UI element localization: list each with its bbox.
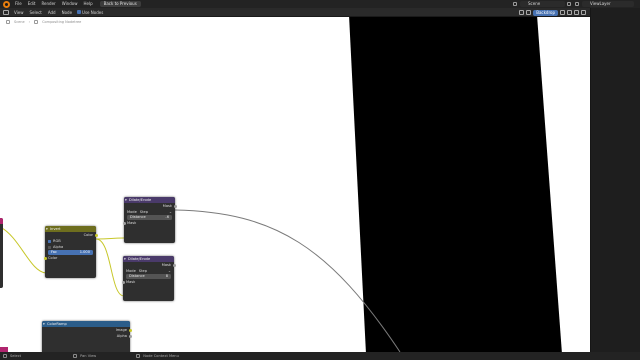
blender-logo-icon[interactable] bbox=[3, 0, 10, 8]
colorramp-output-alpha: Alpha bbox=[42, 333, 132, 339]
colorramp-node[interactable]: ColorRamp Image Alpha bbox=[42, 321, 132, 352]
top-bar: File Edit Render Window Help Back to Pre… bbox=[0, 0, 640, 8]
node-links bbox=[0, 209, 401, 352]
offscreen-node-header[interactable] bbox=[0, 218, 3, 224]
mouse-middle-icon bbox=[73, 354, 78, 358]
invert-input-socket[interactable] bbox=[43, 256, 47, 260]
dilate-erode-node-2[interactable]: Dilate/Erode Mask Mode Step ⌄ Distance 8… bbox=[121, 256, 176, 301]
menu-render[interactable]: Render bbox=[38, 0, 58, 8]
invert-alpha-checkbox[interactable] bbox=[48, 245, 51, 249]
dilate1-input-socket[interactable] bbox=[122, 221, 126, 225]
scene-selector[interactable]: Scene bbox=[520, 1, 565, 7]
scene-icon bbox=[513, 2, 517, 6]
node-canvas[interactable]: Scene › Compositing Nodetree Invert Colo… bbox=[0, 17, 590, 352]
dilate1-input-mask: Mask bbox=[122, 220, 175, 226]
link-invert-to-dilate2 bbox=[95, 238, 125, 297]
invert-alpha-label: Alpha bbox=[53, 245, 64, 249]
colorramp-output-image-label: Image bbox=[115, 328, 127, 332]
channel-b-icon[interactable] bbox=[574, 10, 579, 15]
invert-output-color-label: Color bbox=[83, 233, 93, 237]
dilate2-input-mask: Mask bbox=[121, 279, 174, 285]
dilate1-mode-dropdown-icon[interactable]: ⌄ bbox=[169, 209, 172, 215]
invert-output-socket[interactable] bbox=[94, 233, 98, 237]
menu-file[interactable]: File bbox=[12, 0, 25, 8]
invert-rgb-checkbox[interactable] bbox=[48, 239, 51, 243]
link-dilate1-output bbox=[174, 209, 401, 352]
link-invert-to-dilate1 bbox=[95, 237, 125, 240]
dilate-erode-node-1[interactable]: Dilate/Erode Mask Mode Step ⌄ Distance -… bbox=[122, 197, 177, 243]
offscreen-node-left[interactable] bbox=[0, 218, 3, 288]
dilate2-input-socket[interactable] bbox=[121, 280, 125, 284]
header-menu-node[interactable]: Node bbox=[59, 10, 75, 15]
right-sidebar-panel bbox=[590, 8, 640, 352]
status-bar: Select Pan View Node Context Menu bbox=[0, 352, 640, 360]
editor-type-icon[interactable] bbox=[3, 9, 9, 15]
status-select: Select bbox=[10, 354, 22, 358]
colorramp-output-alpha-label: Alpha bbox=[116, 334, 127, 338]
mouse-right-icon bbox=[136, 354, 141, 358]
scene-copy-icon[interactable] bbox=[567, 2, 571, 6]
dilate1-output-mask: Mask bbox=[124, 203, 177, 209]
dilate1-input-label: Mask bbox=[127, 221, 137, 225]
header-menu-add[interactable]: Add bbox=[45, 10, 59, 15]
overlay-icon[interactable] bbox=[581, 10, 586, 15]
dilate2-output-label: Mask bbox=[161, 263, 171, 267]
main-menu: File Edit Render Window Help bbox=[12, 0, 96, 8]
snap-icon[interactable] bbox=[526, 10, 532, 15]
invert-rgb-label: RGB bbox=[53, 239, 61, 243]
dilate2-input-label: Mask bbox=[126, 280, 136, 284]
dilate2-mode-dropdown-icon[interactable]: ⌄ bbox=[168, 268, 171, 274]
invert-input-color-label: Color bbox=[48, 256, 58, 260]
header-menu-select[interactable]: Select bbox=[27, 10, 45, 15]
pin-icon[interactable] bbox=[519, 10, 525, 15]
dilate2-output-mask: Mask bbox=[123, 262, 176, 268]
header-right-tools: Backdrop bbox=[519, 9, 590, 16]
menu-window[interactable]: Window bbox=[59, 0, 81, 8]
menu-help[interactable]: Help bbox=[80, 0, 95, 8]
channel-r-icon[interactable] bbox=[560, 10, 565, 15]
layer-icon bbox=[575, 2, 579, 6]
dilate2-output-socket[interactable] bbox=[172, 263, 176, 267]
backdrop-button[interactable]: Backdrop bbox=[533, 9, 558, 16]
status-context-menu: Node Context Menu bbox=[143, 354, 179, 358]
invert-node[interactable]: Invert Color RGB Alpha Fac 1.000 Color bbox=[43, 226, 98, 278]
back-to-previous-button[interactable]: Back to Previous bbox=[99, 1, 141, 7]
invert-alpha-row[interactable]: Alpha bbox=[45, 244, 96, 250]
menu-edit[interactable]: Edit bbox=[25, 0, 39, 8]
header-menu-view[interactable]: View bbox=[11, 10, 27, 15]
channel-g-icon[interactable] bbox=[567, 10, 572, 15]
invert-input-color: Color bbox=[43, 255, 96, 261]
status-pan-view: Pan View bbox=[80, 354, 97, 358]
mouse-left-icon bbox=[3, 354, 7, 358]
node-editor-header: View Select Add Node Use Nodes Backdrop bbox=[0, 8, 590, 17]
link-to-invert bbox=[0, 226, 47, 274]
colorramp-alpha-socket[interactable] bbox=[128, 334, 132, 338]
dilate1-output-socket[interactable] bbox=[173, 204, 177, 208]
view-layer-selector[interactable]: ViewLayer bbox=[582, 1, 634, 7]
use-nodes-checkbox[interactable] bbox=[77, 10, 82, 14]
use-nodes-label: Use Nodes bbox=[82, 9, 104, 15]
dilate1-output-label: Mask bbox=[162, 204, 172, 208]
colorramp-image-socket[interactable] bbox=[128, 328, 132, 332]
